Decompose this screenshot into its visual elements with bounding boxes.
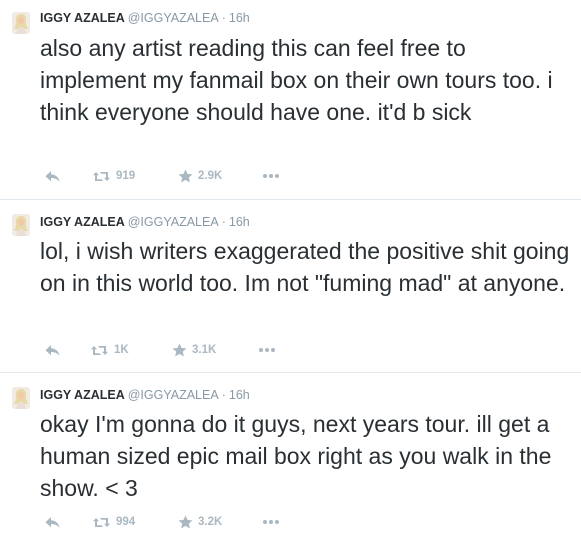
- tweet-timestamp[interactable]: 16h: [229, 11, 250, 25]
- more-icon: [259, 348, 275, 352]
- tweet-header: IGGY AZALEA @IGGYAZALEA · 16h: [40, 10, 250, 26]
- retweet-button[interactable]: 919: [92, 167, 135, 185]
- star-icon: [178, 515, 193, 529]
- more-icon: [263, 520, 279, 524]
- retweet-icon: [91, 345, 108, 355]
- reply-button[interactable]: [44, 167, 61, 185]
- retweet-icon: [93, 171, 110, 181]
- tweet-timestamp[interactable]: 16h: [229, 215, 250, 229]
- tweet-timeline: IGGY AZALEA @IGGYAZALEA · 16h also any arti…: [0, 0, 581, 544]
- author-username[interactable]: @IGGYAZALEA: [128, 388, 219, 402]
- retweet-button[interactable]: 994: [92, 513, 135, 531]
- author-name[interactable]: IGGY AZALEA: [40, 388, 125, 402]
- reply-icon: [45, 516, 60, 528]
- favorite-button[interactable]: 3.2K: [178, 513, 222, 531]
- header-separator: ·: [221, 215, 226, 229]
- reply-icon: [45, 170, 60, 182]
- star-icon: [172, 343, 187, 357]
- tweet-text: also any artist reading this can feel fr…: [40, 35, 553, 125]
- retweet-count: 994: [116, 516, 136, 528]
- tweet: IGGY AZALEA @IGGYAZALEA · 16h also any arti…: [0, 0, 581, 199]
- favorite-button[interactable]: 3.1K: [172, 341, 216, 359]
- retweet-count: 1K: [114, 344, 129, 356]
- author-name[interactable]: IGGY AZALEA: [40, 215, 125, 229]
- avatar[interactable]: [12, 12, 30, 34]
- author-username[interactable]: @IGGYAZALEA: [128, 215, 219, 229]
- author-username[interactable]: @IGGYAZALEA: [128, 11, 219, 25]
- avatar[interactable]: [12, 387, 30, 409]
- favorite-count: 3.2K: [198, 516, 223, 528]
- header-separator: ·: [221, 388, 226, 402]
- tweet-header: IGGY AZALEA @IGGYAZALEA · 16h: [40, 214, 250, 230]
- retweet-icon: [93, 517, 110, 527]
- more-button[interactable]: [258, 341, 276, 359]
- more-button[interactable]: [262, 513, 280, 531]
- favorite-count: 2.9K: [198, 170, 223, 182]
- tweet: IGGY AZALEA @IGGYAZALEA · 16h lol, i wish w…: [0, 199, 581, 372]
- reply-button[interactable]: [44, 513, 61, 531]
- tweet: IGGY AZALEA @IGGYAZALEA · 16h okay I'm gonn…: [0, 372, 581, 544]
- retweet-button[interactable]: 1K: [90, 341, 129, 359]
- favorite-button[interactable]: 2.9K: [178, 167, 222, 185]
- favorite-count: 3.1K: [192, 344, 217, 356]
- star-icon: [178, 169, 193, 183]
- avatar[interactable]: [12, 214, 30, 236]
- tweet-text: lol, i wish writers exaggerated the posi…: [40, 238, 570, 296]
- tweet-text: okay I'm gonna do it guys, next years to…: [40, 411, 552, 501]
- tweet-timestamp[interactable]: 16h: [229, 388, 250, 402]
- tweet-header: IGGY AZALEA @IGGYAZALEA · 16h: [40, 387, 250, 403]
- header-separator: ·: [221, 11, 226, 25]
- reply-button[interactable]: [44, 341, 61, 359]
- retweet-count: 919: [116, 170, 136, 182]
- more-icon: [263, 174, 279, 178]
- author-name[interactable]: IGGY AZALEA: [40, 11, 125, 25]
- more-button[interactable]: [262, 167, 280, 185]
- reply-icon: [45, 344, 60, 356]
